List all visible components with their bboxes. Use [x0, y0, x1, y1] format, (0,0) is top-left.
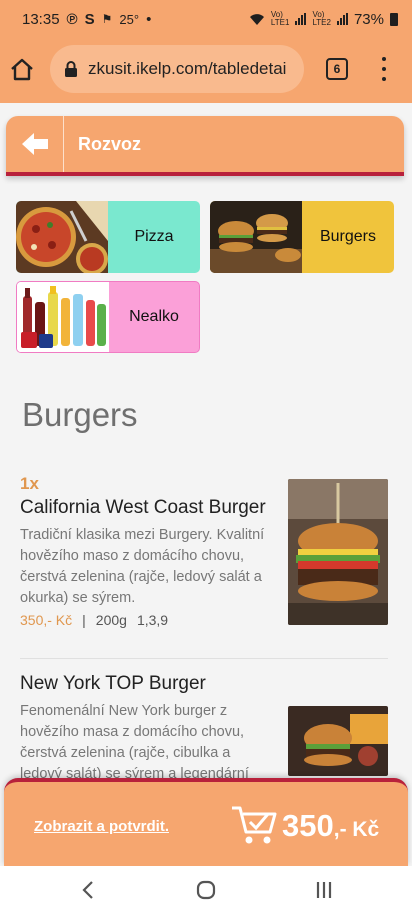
home-button[interactable]: [2, 49, 42, 89]
page-header: Rozvoz: [6, 116, 404, 176]
total-suffix: ,- Kč: [333, 818, 380, 841]
back-button[interactable]: [6, 116, 64, 172]
item-name: New York TOP Burger: [20, 673, 206, 694]
recent-apps-icon: [316, 882, 332, 898]
lock-icon: [65, 61, 77, 77]
nav-home-button[interactable]: [192, 878, 220, 902]
system-nav-bar: [0, 866, 412, 915]
menu-item[interactable]: New York TOP Burger Fenomenální New York…: [20, 670, 388, 785]
sim2-label: Vo) LTE2: [312, 11, 331, 27]
cart-total: 350,- Kč: [282, 808, 379, 844]
tab-switcher-button[interactable]: 6: [326, 58, 348, 80]
status-bar: 13:35 ℗ S ⚑ 25° • Vo) LTE1 Vo) LTE2 73%: [0, 0, 412, 38]
chevron-left-icon: [82, 881, 93, 899]
wifi-icon: [249, 13, 264, 25]
nav-back-button[interactable]: [78, 878, 98, 902]
address-row: zkusit.ikelp.com/tabledetai 6: [0, 38, 412, 100]
category-nealko[interactable]: Nealko: [16, 281, 200, 353]
overflow-menu-button[interactable]: [374, 54, 394, 84]
category-label: Burgers: [319, 228, 377, 245]
meta-separator: |: [82, 612, 86, 628]
notification-s-icon: S: [84, 10, 95, 28]
page-title: Rozvoz: [78, 133, 141, 154]
cart-bar: Zobrazit a potvrdit. 350,- Kč: [4, 778, 408, 866]
signal-2-icon: [336, 13, 348, 25]
drinks-image: [17, 282, 109, 352]
confirm-order-link[interactable]: Zobrazit a potvrdit.: [34, 818, 169, 835]
item-description: Fenomenální New York burger z hovězího m…: [20, 703, 249, 782]
battery-percent: 73%: [353, 10, 384, 28]
category-label: Nealko: [129, 308, 179, 325]
sim1-label: Vo) LTE1: [271, 11, 290, 27]
sim1-bottom: LTE1: [270, 18, 290, 27]
category-label: Pizza: [134, 228, 174, 245]
temperature: 25°: [119, 11, 140, 27]
item-image: [288, 479, 388, 625]
arrow-left-icon: [21, 133, 48, 155]
item-weight: 200g: [95, 612, 127, 628]
item-price: 350,- Kč: [20, 612, 73, 628]
menu-dot: [382, 77, 386, 81]
section-title: Burgers: [22, 396, 138, 433]
item-divider: [20, 658, 388, 659]
sim2-bottom: LTE2: [312, 18, 331, 27]
url-text: zkusit.ikelp.com/tabledetai: [88, 59, 287, 78]
total-amount: 350: [282, 808, 334, 843]
item-image: [288, 706, 388, 776]
url-bar[interactable]: zkusit.ikelp.com/tabledetai: [50, 45, 304, 93]
clock: 13:35: [22, 10, 60, 28]
rounded-square-icon: [196, 880, 216, 900]
browser-chrome: 13:35 ℗ S ⚑ 25° • Vo) LTE1 Vo) LTE2 73%: [0, 0, 412, 103]
item-allergens: 1,3,9: [136, 612, 169, 628]
nav-recents-button[interactable]: [312, 878, 336, 902]
notification-p-icon: ℗: [66, 10, 78, 28]
pizza-image: [16, 201, 108, 273]
notification-dot: •: [146, 10, 152, 28]
battery-icon: [390, 12, 398, 26]
menu-item[interactable]: 1x California West Coast Burger Tradiční…: [20, 474, 388, 628]
home-icon: [11, 58, 33, 81]
notification-flag-icon: ⚑: [101, 12, 113, 26]
burgers-image: [210, 201, 302, 273]
category-burgers[interactable]: Burgers: [210, 201, 394, 273]
signal-1-icon: [295, 13, 307, 25]
category-pizza[interactable]: Pizza: [16, 201, 200, 273]
item-description: Tradiční klasika mezi Burgery. Kvalitní …: [20, 527, 265, 606]
menu-dot: [382, 57, 386, 61]
cart-icon[interactable]: [230, 802, 278, 846]
menu-dot: [382, 67, 386, 71]
